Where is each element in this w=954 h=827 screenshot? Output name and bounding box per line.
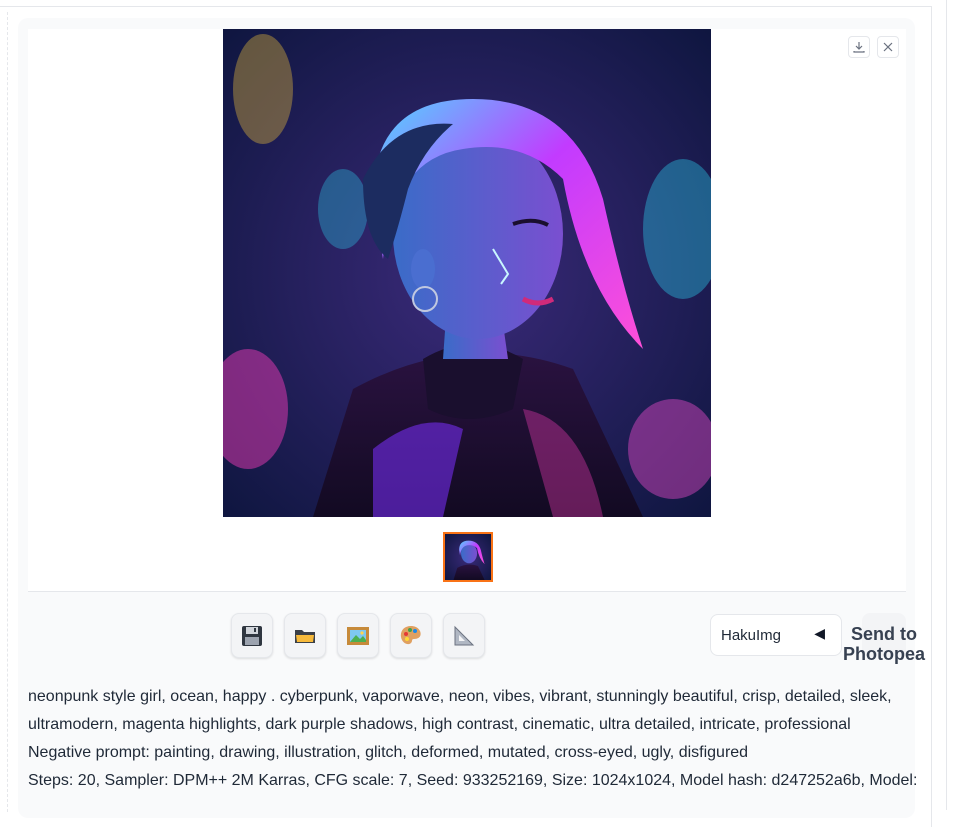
framed-picture-icon: [347, 626, 369, 645]
zip-button[interactable]: [284, 613, 326, 658]
file-folder-icon: [295, 629, 315, 643]
floppy-disk-icon: [242, 625, 262, 646]
negative-prompt-text: Negative prompt: painting, drawing, illu…: [28, 744, 749, 761]
thumbnail-image: [445, 534, 491, 580]
outer-frame-border: [7, 12, 8, 812]
save-button[interactable]: [231, 613, 273, 658]
close-icon: [883, 42, 893, 52]
generated-image-art: [223, 29, 711, 517]
send-to-img2img-button[interactable]: [337, 613, 379, 658]
triangular-ruler-icon: [454, 625, 475, 645]
image-gallery: [28, 29, 906, 592]
generation-info: neonpunk style girl, ocean, happy . cybe…: [28, 683, 918, 795]
send-to-photopea-label[interactable]: Send to Photopea: [836, 624, 932, 664]
close-button[interactable]: [877, 36, 899, 58]
send-to-extras-button[interactable]: [443, 613, 485, 658]
download-button[interactable]: [848, 36, 870, 58]
dropdown-value: HakuImg: [721, 627, 782, 644]
generated-image[interactable]: [223, 29, 711, 517]
gallery-thumbnail[interactable]: [443, 532, 493, 582]
download-icon: [853, 42, 865, 53]
artist-palette-icon: [400, 625, 421, 644]
extension-dropdown[interactable]: HakuImg ◀: [710, 614, 842, 656]
right-divider: [946, 0, 947, 810]
generation-params-text: Steps: 20, Sampler: DPM++ 2M Karras, CFG…: [28, 772, 918, 789]
send-to-inpaint-button[interactable]: [390, 613, 432, 658]
triangle-left-icon: ◀: [814, 625, 825, 641]
prompt-text: neonpunk style girl, ocean, happy . cybe…: [28, 688, 892, 733]
